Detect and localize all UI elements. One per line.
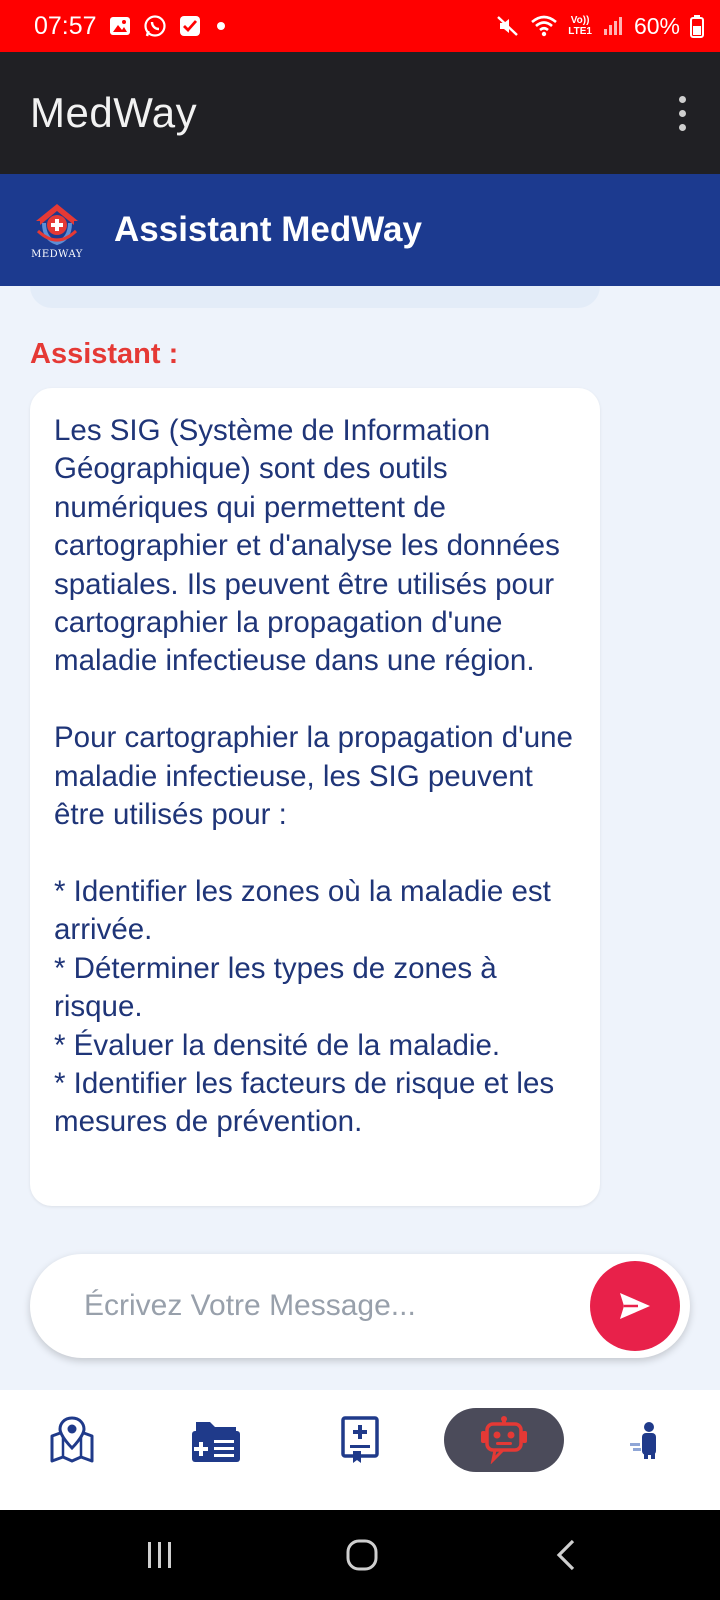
back-icon <box>553 1538 579 1572</box>
gallery-icon <box>109 15 131 37</box>
app-title: MedWay <box>30 89 198 136</box>
system-navigation-bar <box>0 1510 720 1600</box>
volte-icon: Vo)) LTE1 <box>568 15 592 37</box>
home-icon <box>345 1538 379 1572</box>
medical-folder-icon <box>190 1416 242 1464</box>
assistant-message-text: Les SIG (Système de Information Géograph… <box>54 414 573 1139</box>
signal-icon <box>602 15 624 37</box>
bottom-navigation <box>0 1390 720 1510</box>
wifi-icon <box>530 14 558 38</box>
nav-item-medical-record[interactable] <box>326 1408 394 1472</box>
map-pin-icon <box>49 1416 95 1464</box>
chat-header: MEDWAY Assistant MedWay <box>0 174 720 286</box>
nav-item-medical-folder[interactable] <box>180 1408 252 1472</box>
dot-icon <box>213 18 229 34</box>
status-bar: 07:57 Vo)) LTE1 60% <box>0 0 720 52</box>
battery-icon <box>690 14 704 38</box>
logo-caption: MEDWAY <box>31 248 83 260</box>
previous-message-bubble <box>30 286 600 308</box>
recent-apps-icon <box>144 1540 176 1570</box>
app-bar: MedWay <box>0 52 720 174</box>
chat-area[interactable]: Assistant : Les SIG (Système de Informat… <box>0 286 720 1390</box>
nav-item-assistant[interactable] <box>444 1408 564 1472</box>
network-label: LTE1 <box>568 26 592 37</box>
chat-title: Assistant MedWay <box>114 210 422 249</box>
chatbot-icon <box>479 1416 529 1464</box>
nav-item-map[interactable] <box>38 1408 106 1472</box>
battery-percent: 60% <box>633 12 680 39</box>
overflow-menu-icon[interactable] <box>675 88 690 139</box>
whatsapp-icon <box>143 14 167 38</box>
back-button[interactable] <box>536 1532 596 1578</box>
nav-item-profile[interactable] <box>616 1408 676 1472</box>
checkbox-notification-icon <box>179 15 201 37</box>
sender-label: Assistant : <box>30 338 179 370</box>
recent-apps-button[interactable] <box>130 1532 190 1578</box>
status-time: 07:57 <box>34 11 97 40</box>
mute-icon <box>496 14 520 38</box>
medical-record-icon <box>340 1415 380 1465</box>
message-composer <box>30 1254 690 1358</box>
assistant-message-bubble: Les SIG (Système de Information Géograph… <box>30 388 600 1206</box>
home-button[interactable] <box>332 1532 392 1578</box>
medway-logo: MEDWAY <box>28 195 86 265</box>
send-button[interactable] <box>590 1261 680 1351</box>
message-input[interactable] <box>82 1288 590 1324</box>
profile-icon <box>627 1420 665 1460</box>
send-icon <box>618 1291 652 1321</box>
